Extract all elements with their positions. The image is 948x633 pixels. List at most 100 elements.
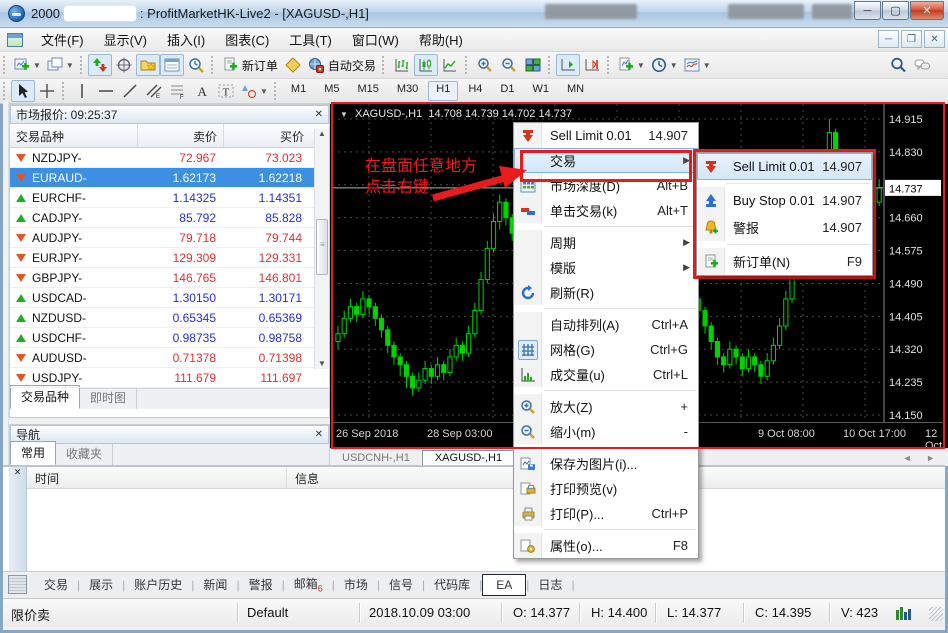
timeframe-m1-button[interactable]: M1 bbox=[283, 81, 314, 101]
auto-scroll-button[interactable] bbox=[556, 54, 580, 76]
terminal-tab-code-base[interactable]: 代码库 bbox=[425, 573, 479, 596]
cursor-button[interactable] bbox=[11, 80, 35, 102]
chart-child-icon[interactable] bbox=[7, 33, 23, 47]
menu-insert[interactable]: 插入(I) bbox=[157, 27, 215, 52]
terminal-list-icon[interactable] bbox=[8, 575, 27, 594]
context-menu-item[interactable]: 保存为图片(i)... bbox=[514, 451, 698, 476]
strategy-tester-button[interactable] bbox=[184, 54, 208, 76]
chat-button[interactable] bbox=[910, 54, 934, 76]
close-icon[interactable]: ✕ bbox=[14, 467, 22, 477]
context-menu-item[interactable]: 刷新(R) bbox=[514, 280, 698, 305]
terminal-columns[interactable]: 时间 信息 bbox=[27, 467, 945, 489]
context-menu-item[interactable]: 交易▶ bbox=[514, 148, 698, 173]
profiles-button[interactable]: ▼ bbox=[44, 54, 77, 76]
menu-window[interactable]: 窗口(W) bbox=[342, 27, 409, 52]
market-watch-row-usdjpy[interactable]: USDJPY-111.679111.697 bbox=[10, 368, 329, 388]
zoom-in-button[interactable] bbox=[473, 54, 497, 76]
chart-tab-xagusd[interactable]: XAGUSD-,H1 bbox=[422, 450, 515, 466]
metaeditor-button[interactable] bbox=[281, 54, 305, 76]
market-watch-row-nzdusd[interactable]: NZDUSD-0.653450.65369 bbox=[10, 308, 329, 328]
terminal-tab-signals[interactable]: 信号 bbox=[380, 573, 422, 596]
periods-button[interactable]: ▼ bbox=[648, 54, 681, 76]
navigator-tab[interactable]: 常用 bbox=[10, 441, 56, 465]
timeframe-mn-button[interactable]: MN bbox=[559, 81, 592, 101]
mdi-restore-button[interactable]: ❐ bbox=[901, 30, 922, 48]
hline-button[interactable] bbox=[94, 80, 118, 102]
terminal-tab-ea[interactable]: EA bbox=[482, 574, 526, 596]
new-chart-button[interactable]: ▼ bbox=[11, 54, 44, 76]
market-watch-title[interactable]: 市场报价: 09:25:37 ✕ bbox=[10, 105, 329, 124]
market-watch-tab[interactable]: 即时图 bbox=[80, 387, 137, 409]
timeframe-d1-button[interactable]: D1 bbox=[492, 81, 522, 101]
timeframe-w1-button[interactable]: W1 bbox=[524, 81, 557, 101]
terminal-tab-exposure[interactable]: 展示 bbox=[80, 573, 122, 596]
trade-submenu-item[interactable]: 警报14.907 bbox=[697, 214, 872, 241]
channel-button[interactable]: E bbox=[142, 80, 166, 102]
terminal-tab-mailbox[interactable]: 邮箱6 bbox=[285, 572, 332, 596]
menu-file[interactable]: 文件(F) bbox=[31, 27, 94, 52]
context-menu-item[interactable]: 单击交易(k)Alt+T bbox=[514, 198, 698, 223]
terminal-tab-market[interactable]: 市场 bbox=[335, 573, 377, 596]
timeframe-m5-button[interactable]: M5 bbox=[316, 81, 347, 101]
minimize-button[interactable]: ─ bbox=[854, 1, 881, 20]
context-menu-item[interactable]: 打印预览(v) bbox=[514, 476, 698, 501]
trendline-button[interactable] bbox=[118, 80, 142, 102]
market-watch-row-audusd[interactable]: AUDUSD-0.713780.71398 bbox=[10, 348, 329, 368]
terminal-tab-journal[interactable]: 日志 bbox=[529, 573, 571, 596]
chevron-down-icon[interactable]: ▼ bbox=[340, 110, 348, 119]
timeframe-m15-button[interactable]: M15 bbox=[349, 81, 386, 101]
mdi-close-button[interactable]: ✕ bbox=[924, 30, 945, 48]
tile-windows-button[interactable] bbox=[521, 54, 545, 76]
context-menu-item[interactable]: Sell Limit 0.0114.907 bbox=[514, 123, 698, 148]
zoom-out-button[interactable] bbox=[497, 54, 521, 76]
market-watch-row-cadjpy[interactable]: CADJPY-85.79285.828 bbox=[10, 208, 329, 228]
indicators-button[interactable]: ▼ bbox=[615, 54, 648, 76]
terminal-tab-account-history[interactable]: 账户历史 bbox=[125, 573, 191, 596]
context-menu-item[interactable]: 网格(G)Ctrl+G bbox=[514, 337, 698, 362]
status-profile[interactable]: Default bbox=[247, 605, 288, 620]
resize-grip[interactable] bbox=[929, 607, 943, 621]
fibonacci-button[interactable]: F bbox=[166, 80, 190, 102]
vline-button[interactable] bbox=[70, 80, 94, 102]
templates-button[interactable]: ▼ bbox=[681, 54, 714, 76]
mdi-minimize-button[interactable]: ─ bbox=[878, 30, 899, 48]
autotrade-button[interactable]: 自动交易 bbox=[305, 54, 379, 76]
market-watch-row-nzdjpy[interactable]: NZDJPY-72.96773.023 bbox=[10, 148, 329, 168]
chart-tab-usdcnh[interactable]: USDCNH-,H1 bbox=[330, 451, 422, 465]
scrollbar-thumb[interactable] bbox=[316, 219, 328, 275]
navigator-button[interactable] bbox=[136, 54, 160, 76]
market-watch-columns[interactable]: 交易品种 卖价 买价 bbox=[10, 124, 329, 148]
maximize-button[interactable]: ▢ bbox=[882, 1, 909, 20]
context-menu-item[interactable]: 属性(o)...F8 bbox=[514, 533, 698, 558]
data-window-button[interactable] bbox=[112, 54, 136, 76]
menu-charts[interactable]: 图表(C) bbox=[215, 27, 279, 52]
context-menu-item[interactable]: 市场深度(D)Alt+B bbox=[514, 173, 698, 198]
trade-submenu-item[interactable]: Buy Stop 0.0114.907 bbox=[697, 187, 872, 214]
terminal-tab-trade[interactable]: 交易 bbox=[35, 573, 77, 596]
search-button[interactable] bbox=[886, 54, 910, 76]
terminal-button[interactable] bbox=[160, 54, 184, 76]
trade-submenu-item[interactable]: Sell Limit 0.0114.907 bbox=[697, 153, 872, 180]
timeframe-h4-button[interactable]: H4 bbox=[460, 81, 490, 101]
title-bar[interactable]: 2000 : ProfitMarketHK-Live2 - [XAGUSD-,H… bbox=[0, 0, 948, 28]
label-button[interactable]: T bbox=[214, 80, 238, 102]
line-chart-button[interactable] bbox=[438, 54, 462, 76]
new-order-button[interactable]: 新订单 bbox=[219, 54, 281, 76]
market-watch-row-eurchf[interactable]: EURCHF-1.143251.14351 bbox=[10, 188, 329, 208]
text-button[interactable]: A bbox=[190, 80, 214, 102]
bar-chart-button[interactable] bbox=[390, 54, 414, 76]
candle-chart-button[interactable] bbox=[414, 54, 438, 76]
close-button[interactable]: ✕ bbox=[910, 1, 944, 20]
trade-submenu-item[interactable]: 新订单(N)F9 bbox=[697, 248, 872, 275]
market-watch-row-gbpjpy[interactable]: GBPJPY-146.765146.801 bbox=[10, 268, 329, 288]
market-watch-button[interactable] bbox=[88, 54, 112, 76]
market-watch-scrollbar[interactable]: ▲ ▼ bbox=[314, 129, 329, 369]
market-watch-tab[interactable]: 交易品种 bbox=[10, 385, 80, 409]
market-watch-row-usdchf[interactable]: USDCHF-0.987350.98758 bbox=[10, 328, 329, 348]
market-watch-row-euraud[interactable]: EURAUD-1.621731.62218 bbox=[10, 168, 329, 188]
tab-scroll-arrows[interactable]: ◄ ► bbox=[903, 453, 941, 463]
menu-tools[interactable]: 工具(T) bbox=[279, 27, 342, 52]
close-icon[interactable]: ✕ bbox=[315, 429, 323, 440]
market-watch-row-eurjpy[interactable]: EURJPY-129.309129.331 bbox=[10, 248, 329, 268]
menu-view[interactable]: 显示(V) bbox=[94, 27, 157, 52]
